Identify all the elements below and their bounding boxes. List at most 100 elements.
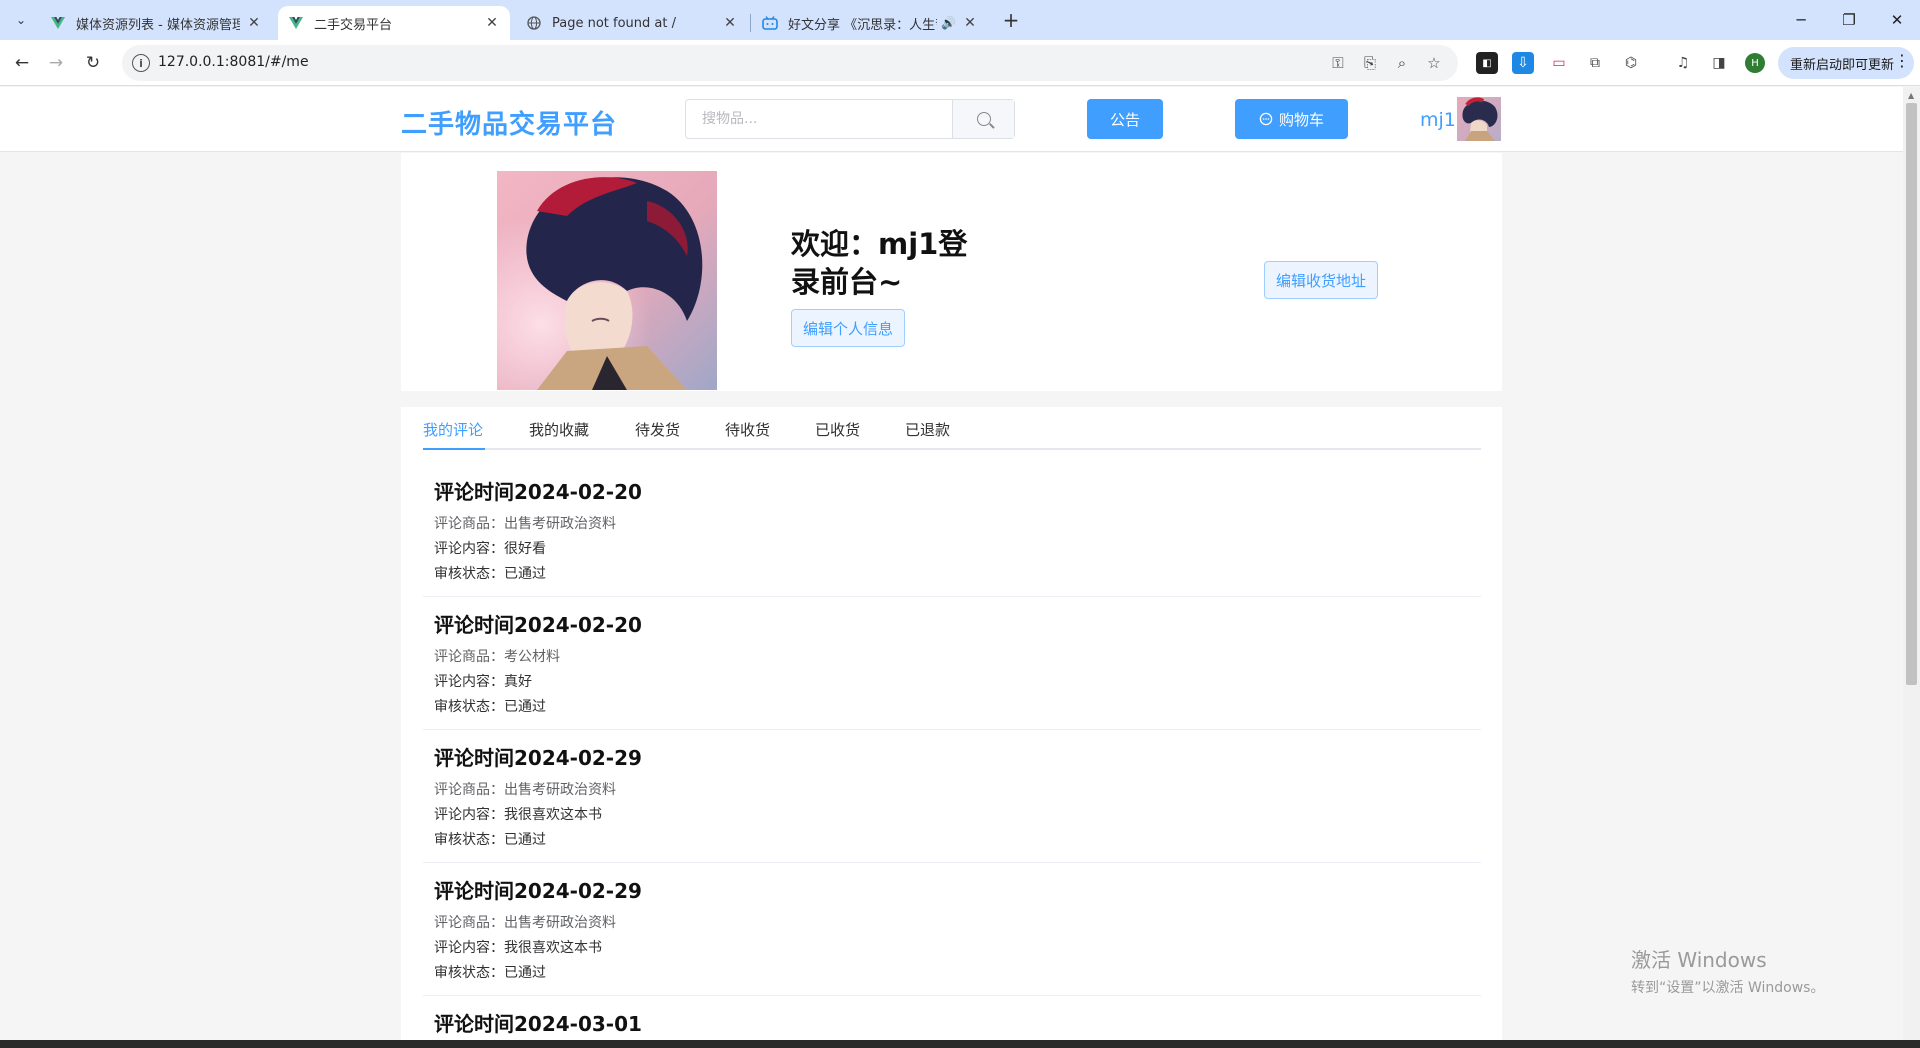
translate-icon[interactable]: ⎘ <box>1360 53 1380 73</box>
comment-product: 评论商品：考公材料 <box>434 649 560 665</box>
key-icon[interactable]: ⚿ <box>1328 53 1348 73</box>
scrollbar-thumb[interactable] <box>1906 103 1917 685</box>
browser-tab-2[interactable]: 二手交易平台 ✕ <box>278 6 510 40</box>
comment-time: 评论时间2024-02-20 <box>434 613 642 637</box>
comment-time: 评论时间2024-02-29 <box>434 879 642 903</box>
close-icon[interactable]: ✕ <box>246 15 262 31</box>
comment-status: 审核状态：已通过 <box>434 965 546 981</box>
search-icon <box>976 112 991 126</box>
site-info-icon[interactable]: i <box>132 54 150 72</box>
comment-product: 评论商品：出售考研政治资料 <box>434 915 616 931</box>
comment-time: 评论时间2024-02-20 <box>434 480 642 504</box>
tab-separator <box>750 14 751 32</box>
close-icon[interactable]: ✕ <box>484 15 500 31</box>
media-control-icon[interactable]: ♫ <box>1672 52 1694 74</box>
profile-card: 欢迎：mj1登录前台~ 编辑个人信息 编辑收货地址 <box>401 153 1502 391</box>
comment-product: 评论商品：出售考研政治资料 <box>434 782 616 798</box>
tab-pending-receipt[interactable]: 待收货 <box>725 419 770 440</box>
chat-icon <box>1259 112 1273 126</box>
bookmark-star-icon[interactable]: ☆ <box>1424 53 1444 73</box>
globe-icon <box>526 15 542 31</box>
extension-icon[interactable]: ⧉ <box>1584 52 1606 74</box>
cart-button[interactable]: 购物车 <box>1235 99 1348 139</box>
notice-button[interactable]: 公告 <box>1087 99 1163 139</box>
minimize-icon[interactable]: ─ <box>1778 6 1824 34</box>
tab-title: Page not found at / <box>552 15 676 31</box>
search-box <box>685 99 1015 139</box>
close-icon[interactable]: ✕ <box>722 15 738 31</box>
profile-avatar-image <box>497 171 717 390</box>
download-extension-icon[interactable]: ⇩ <box>1512 52 1534 74</box>
profile-tabs: 我的评论 我的收藏 待发货 待收货 已收货 已退款 <box>423 407 1481 450</box>
watermark-subtitle: 转到“设置”以激活 Windows。 <box>1631 980 1825 996</box>
restore-icon[interactable]: ❐ <box>1826 6 1872 34</box>
puzzle-icon[interactable]: ⌬ <box>1620 52 1642 74</box>
username[interactable]: mj1 <box>1420 109 1456 131</box>
comment-content: 评论内容：我很喜欢这本书 <box>434 940 602 956</box>
profile-avatar[interactable]: H <box>1745 53 1765 73</box>
vue-icon <box>288 15 304 31</box>
content-card: 我的评论 我的收藏 待发货 待收货 已收货 已退款 评论时间2024-02-20… <box>401 407 1502 1048</box>
close-icon[interactable]: ✕ <box>962 15 978 31</box>
comment-item: 评论时间2024-02-29 评论商品：出售考研政治资料 评论内容：我很喜欢这本… <box>423 863 1481 996</box>
welcome-heading: 欢迎：mj1登录前台~ <box>791 227 968 299</box>
zoom-icon[interactable]: ⌕ <box>1392 53 1412 73</box>
forward-icon[interactable]: → <box>43 50 69 76</box>
browser-tab-4[interactable]: 好文分享 《沉思录：人生哲 🔊 ✕ <box>752 6 988 40</box>
comment-status: 审核状态：已通过 <box>434 566 546 582</box>
tab-title: 媒体资源列表 - 媒体资源管理系 <box>76 17 240 33</box>
extension-icon[interactable]: ◧ <box>1476 52 1498 74</box>
cart-label: 购物车 <box>1278 111 1324 129</box>
kebab-menu-icon[interactable]: ⋮ <box>1894 51 1910 70</box>
browser-tabstrip: ⌄ 媒体资源列表 - 媒体资源管理系 ✕ 二手交易平台 ✕ Page not f… <box>0 0 1920 40</box>
scroll-up-icon[interactable]: ▲ <box>1908 91 1914 100</box>
edit-info-button[interactable]: 编辑个人信息 <box>791 309 905 347</box>
comment-item: 评论时间2024-02-20 评论商品：考公材料 评论内容：真好 审核状态：已通… <box>423 597 1481 730</box>
comment-time: 评论时间2024-03-01 <box>434 1012 642 1036</box>
window-close-icon[interactable]: ✕ <box>1874 6 1920 34</box>
tab-pending-shipment[interactable]: 待发货 <box>635 419 680 440</box>
browser-tab-3[interactable]: Page not found at / ✕ <box>516 6 748 40</box>
comment-status: 审核状态：已通过 <box>434 699 546 715</box>
vue-icon <box>50 15 66 31</box>
reload-icon[interactable]: ↻ <box>80 50 106 76</box>
comment-product: 评论商品：出售考研政治资料 <box>434 516 616 532</box>
search-input[interactable] <box>686 100 952 138</box>
avatar[interactable] <box>1457 97 1501 141</box>
comment-content: 评论内容：真好 <box>434 674 532 690</box>
tab-search-icon[interactable]: ⌄ <box>8 8 34 32</box>
comment-time: 评论时间2024-02-29 <box>434 746 642 770</box>
relaunch-update-button[interactable]: 重新启动即可更新 ⋮ <box>1778 47 1914 79</box>
edit-address-button[interactable]: 编辑收货地址 <box>1264 261 1378 299</box>
address-bar[interactable]: i 127.0.0.1:8081/#/me ⚿ ⎘ ⌕ ☆ <box>122 45 1458 81</box>
watermark-title: 激活 Windows <box>1631 948 1767 972</box>
comment-item: 评论时间2024-02-29 评论商品：出售考研政治资料 评论内容：我很喜欢这本… <box>423 730 1481 863</box>
comment-content: 评论内容：我很喜欢这本书 <box>434 807 602 823</box>
tab-refunded[interactable]: 已退款 <box>905 419 950 440</box>
page-scrollbar[interactable]: ▲ <box>1903 87 1920 1040</box>
app-header: 二手物品交易平台 公告 购物车 mj1 <box>0 87 1903 152</box>
bilibili-icon <box>762 15 778 31</box>
tab-my-comments[interactable]: 我的评论 <box>423 419 483 440</box>
side-panel-icon[interactable]: ◨ <box>1708 52 1730 74</box>
browser-tab-1[interactable]: 媒体资源列表 - 媒体资源管理系 ✕ <box>40 6 272 40</box>
windows-activation-watermark: 激活 Windows 转到“设置”以激活 Windows。 <box>1631 944 1824 997</box>
comment-content: 评论内容：很好看 <box>434 541 546 557</box>
comment-status: 审核状态：已通过 <box>434 832 546 848</box>
relaunch-label: 重新启动即可更新 <box>1790 57 1895 73</box>
tab-received[interactable]: 已收货 <box>815 419 860 440</box>
speaker-icon[interactable]: 🔊 <box>941 16 956 30</box>
back-icon[interactable]: ← <box>9 50 35 76</box>
site-logo[interactable]: 二手物品交易平台 <box>401 104 617 141</box>
tab-active-indicator <box>423 448 485 450</box>
comment-item: 评论时间2024-02-20 评论商品：出售考研政治资料 评论内容：很好看 审核… <box>423 464 1481 597</box>
new-tab-button[interactable]: + <box>998 8 1024 32</box>
tab-my-favorites[interactable]: 我的收藏 <box>529 419 589 440</box>
tab-title: 好文分享 《沉思录：人生哲 <box>788 17 938 33</box>
browser-toolbar: ← → ↻ i 127.0.0.1:8081/#/me ⚿ ⎘ ⌕ ☆ ◧ ⇩ … <box>0 40 1920 86</box>
extension-icon[interactable]: ▭ <box>1548 52 1570 74</box>
windows-taskbar <box>0 1040 1920 1048</box>
tab-title: 二手交易平台 <box>314 17 393 33</box>
search-button[interactable] <box>952 100 1014 138</box>
url-text[interactable]: 127.0.0.1:8081/#/me <box>158 54 309 70</box>
